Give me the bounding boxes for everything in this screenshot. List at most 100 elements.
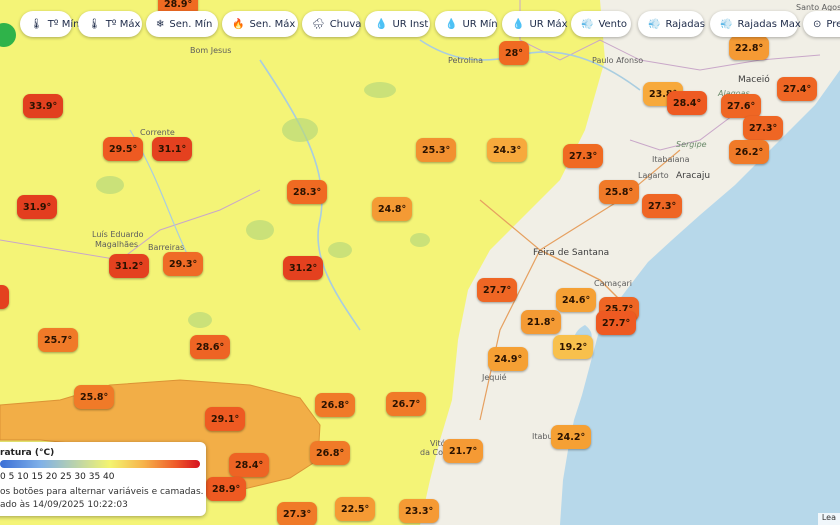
- toolbar-label: Chuva: [329, 18, 362, 30]
- temperature-marker[interactable]: 27.7°: [596, 311, 637, 335]
- toolbar-icon: 💨: [648, 18, 661, 30]
- temperature-marker[interactable]: 29.5°: [103, 137, 144, 161]
- map-attribution[interactable]: Lea: [817, 513, 840, 525]
- temperature-marker[interactable]: 28°: [499, 41, 529, 65]
- toolbar-button-ur-m-n[interactable]: 💧 UR Mín: [435, 11, 498, 37]
- temperature-value: 28.9°: [212, 483, 241, 495]
- place-label: Corrente: [140, 128, 175, 137]
- place-label: Bom Jesus: [190, 46, 232, 55]
- temperature-marker[interactable]: 27.4°: [777, 77, 818, 101]
- temperature-marker[interactable]: 26.7°: [386, 392, 427, 416]
- toolbar-label: UR Máx: [529, 18, 568, 30]
- temperature-value: 27.3°: [648, 200, 677, 212]
- temperature-marker[interactable]: 25.8°: [74, 385, 115, 409]
- temperature-marker[interactable]: 22.5°: [335, 497, 376, 521]
- toolbar-label: Sen. Máx: [249, 18, 296, 30]
- temperature-marker[interactable]: 31.2°: [283, 256, 324, 280]
- temperature-marker[interactable]: 27.3°: [743, 116, 784, 140]
- legend-panel: ratura (°C) 0 5 10 15 20 25 30 35 40 os …: [0, 442, 206, 516]
- temperature-marker[interactable]: 28.4°: [667, 91, 708, 115]
- temperature-value: 28.3°: [293, 186, 322, 198]
- place-label: Jequié: [482, 373, 507, 382]
- temperature-value: 22.8°: [735, 42, 764, 54]
- temperature-value: 29.1°: [211, 413, 240, 425]
- temperature-marker[interactable]: 22.8°: [729, 36, 770, 60]
- toolbar-icon: ⊙: [813, 18, 822, 30]
- temperature-marker[interactable]: 29.1°: [205, 407, 246, 431]
- temperature-marker[interactable]: 28.4°: [229, 453, 270, 477]
- temperature-value: 23.3°: [405, 505, 434, 517]
- place-label: Camaçari: [594, 279, 632, 288]
- temperature-marker[interactable]: 24.6°: [556, 288, 597, 312]
- temperature-marker[interactable]: 33.9°: [23, 94, 64, 118]
- toolbar-icon: 🌡: [88, 18, 101, 30]
- temperature-marker[interactable]: 29.3°: [163, 252, 204, 276]
- toolbar-icon: 🌡: [30, 18, 43, 30]
- place-label: Sergipe: [676, 140, 707, 149]
- temperature-value: 24.6°: [562, 294, 591, 306]
- temperature-marker[interactable]: 24.3°: [487, 138, 528, 162]
- temperature-marker[interactable]: 27.6°: [721, 94, 762, 118]
- place-label: Feira de Santana: [533, 248, 610, 258]
- toolbar-label: Pre: [826, 18, 840, 30]
- temperature-marker[interactable]: 24.9°: [488, 347, 529, 371]
- toolbar-label: Tº Mín: [47, 18, 80, 30]
- temperature-marker[interactable]: 31.1°: [152, 137, 193, 161]
- toolbar-icon: 💧: [512, 18, 525, 30]
- temperature-value: 28.4°: [235, 459, 264, 471]
- toolbar-icon: 💧: [375, 18, 388, 30]
- temperature-marker[interactable]: 27.3°: [277, 502, 318, 525]
- temperature-marker[interactable]: 25.3°: [416, 138, 457, 162]
- legend-hint: os botões para alternar variáveis e cama…: [0, 487, 204, 497]
- temperature-marker[interactable]: 2°: [0, 285, 9, 309]
- toolbar-button-vento[interactable]: 💨 Vento: [571, 11, 631, 37]
- temperature-value: 24.9°: [494, 353, 523, 365]
- temperature-marker[interactable]: 26.8°: [310, 441, 351, 465]
- temperature-marker[interactable]: 28.3°: [287, 180, 328, 204]
- temperature-marker[interactable]: 27.3°: [563, 144, 604, 168]
- temperature-marker[interactable]: 31.2°: [109, 254, 150, 278]
- temperature-value: 25.7°: [44, 334, 73, 346]
- temperature-value: 33.9°: [29, 100, 58, 112]
- toolbar-icon: 💨: [720, 18, 733, 30]
- toolbar-button-sen-m-x[interactable]: 🔥 Sen. Máx: [222, 11, 298, 37]
- temperature-marker[interactable]: 28.6°: [190, 335, 231, 359]
- layer-toolbar: 🌡 Tº Mín 🌡 Tº Máx ❄ Sen. Mín 🔥 Sen. Máx 🌧 Chuva 💧 U…: [0, 11, 840, 47]
- temperature-marker[interactable]: 25.8°: [599, 180, 640, 204]
- temperature-marker[interactable]: 24.2°: [551, 425, 592, 449]
- temperature-marker[interactable]: 31.9°: [17, 195, 58, 219]
- toolbar-button-t-m-x[interactable]: 🌡 Tº Máx: [78, 11, 142, 37]
- toolbar-button-pre[interactable]: ⊙ Pre: [803, 11, 840, 37]
- temperature-marker[interactable]: 27.3°: [642, 194, 683, 218]
- temperature-marker[interactable]: 26.8°: [315, 393, 356, 417]
- toolbar-button-t-m-n[interactable]: 🌡 Tº Mín: [20, 11, 79, 37]
- temperature-marker[interactable]: 27.7°: [477, 278, 518, 302]
- temperature-value: 25.8°: [605, 186, 634, 198]
- temperature-value: 24.2°: [557, 431, 586, 443]
- toolbar-button-rajadas[interactable]: 💨 Rajadas: [638, 11, 705, 37]
- temperature-value: 29.3°: [169, 258, 198, 270]
- temperature-marker[interactable]: 21.8°: [521, 310, 562, 334]
- temperature-marker[interactable]: 26.2°: [729, 140, 770, 164]
- temperature-value: 28.9°: [164, 0, 193, 10]
- temperature-marker[interactable]: 24.8°: [372, 197, 413, 221]
- temperature-marker[interactable]: 25.7°: [38, 328, 79, 352]
- toolbar-button-chuva[interactable]: 🌧 Chuva: [302, 11, 362, 37]
- temperature-value: 31.9°: [23, 201, 52, 213]
- temperature-marker[interactable]: 28.9°: [206, 477, 247, 501]
- temperature-marker[interactable]: 23.3°: [399, 499, 440, 523]
- place-label: Paulo Afonso: [592, 56, 644, 65]
- toolbar-button-ur-m-x[interactable]: 💧 UR Máx: [502, 11, 568, 37]
- temperature-value: 26.8°: [321, 399, 350, 411]
- toolbar-button-sen-m-n[interactable]: ❄ Sen. Mín: [146, 11, 218, 37]
- toolbar-button-rajadas-max[interactable]: 💨 Rajadas Max: [710, 11, 801, 37]
- temperature-marker[interactable]: 21.7°: [443, 439, 484, 463]
- temperature-value: 28.4°: [673, 97, 702, 109]
- temperature-value: 27.3°: [569, 150, 598, 162]
- toolbar-icon: 💧: [445, 18, 458, 30]
- temperature-marker[interactable]: 19.2°: [553, 335, 594, 359]
- temperature-value: 26.2°: [735, 146, 764, 158]
- temperature-value: 27.3°: [283, 508, 312, 520]
- temperature-value: 26.7°: [392, 398, 421, 410]
- toolbar-button-ur-inst[interactable]: 💧 UR Inst: [365, 11, 430, 37]
